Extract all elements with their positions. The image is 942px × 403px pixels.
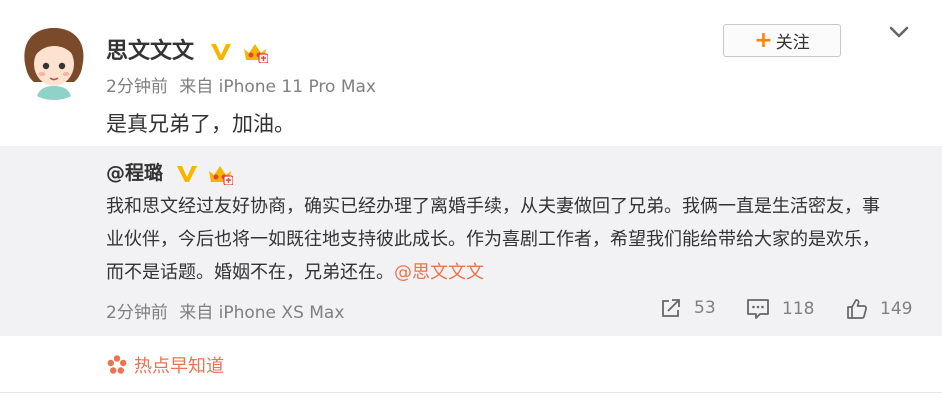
repost-mention-link[interactable]: @思文文文 bbox=[394, 262, 484, 283]
comment-count: 118 bbox=[782, 299, 815, 319]
follow-label: 关注 bbox=[775, 33, 810, 53]
verified-v-icon bbox=[176, 165, 197, 182]
post-source: 来自 iPhone 11 Pro Max bbox=[179, 77, 376, 97]
repost-meta: 2分钟前 来自 iPhone XS Max bbox=[106, 298, 344, 323]
repost-author-row: @程璐 bbox=[106, 158, 234, 185]
hot-topic-label: 热点早知道 bbox=[134, 356, 224, 377]
share-icon bbox=[662, 299, 680, 317]
repost-time[interactable]: 2分钟前 bbox=[106, 303, 168, 323]
share-action[interactable]: 53 bbox=[660, 298, 716, 318]
divider bbox=[0, 392, 942, 393]
follow-button[interactable]: + 关注 bbox=[723, 24, 841, 57]
vip-crown-icon bbox=[209, 165, 234, 185]
comment-icon bbox=[747, 299, 769, 319]
thumbs-up-icon bbox=[847, 299, 867, 319]
plus-icon: + bbox=[754, 27, 773, 53]
repost-source: 来自 iPhone XS Max bbox=[179, 303, 345, 323]
like-count: 149 bbox=[880, 299, 913, 319]
verified-v-icon bbox=[210, 44, 231, 60]
like-action[interactable]: 149 bbox=[846, 298, 912, 320]
chevron-down-icon[interactable] bbox=[888, 24, 910, 40]
avatar[interactable] bbox=[14, 20, 94, 100]
post-author-row: 思文文文 bbox=[106, 33, 269, 65]
comment-action[interactable]: 118 bbox=[746, 298, 814, 320]
repost-author-name[interactable]: @程璐 bbox=[106, 162, 163, 184]
avatar-illustration bbox=[14, 20, 94, 100]
hot-topic-link[interactable]: 热点早知道 bbox=[106, 352, 224, 378]
share-count: 53 bbox=[694, 298, 716, 318]
repost-text-body: 我和思文经过友好协商，确实已经办理了离婚手续，从夫妻做回了兄弟。我俩一直是生活密… bbox=[106, 196, 880, 283]
post-time[interactable]: 2分钟前 bbox=[106, 77, 168, 97]
post-meta: 2分钟前 来自 iPhone 11 Pro Max bbox=[106, 72, 376, 97]
repost-text: 我和思文经过友好协商，确实已经办理了离婚手续，从夫妻做回了兄弟。我俩一直是生活密… bbox=[106, 190, 896, 289]
post-text: 是真兄弟了，加油。 bbox=[106, 112, 295, 136]
post-author-name[interactable]: 思文文文 bbox=[106, 39, 194, 64]
vip-crown-icon bbox=[244, 44, 269, 63]
flower-icon bbox=[107, 355, 127, 374]
